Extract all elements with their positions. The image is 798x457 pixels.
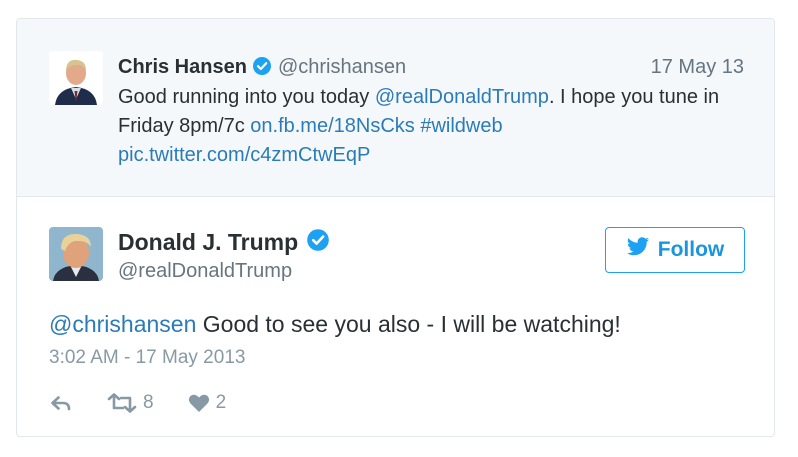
author-name[interactable]: Donald J. Trump	[118, 227, 330, 259]
retweet-button[interactable]: 8	[101, 392, 154, 414]
like-button[interactable]: 2	[182, 392, 227, 414]
reply-icon	[49, 393, 73, 413]
quoted-tweet-text: Good running into you today @realDonaldT…	[118, 83, 758, 170]
retweet-icon	[107, 393, 137, 413]
reply-mention-link[interactable]: @chrishansen	[49, 311, 196, 337]
hashtag-link[interactable]: #wildweb	[420, 115, 502, 137]
quoted-author-handle[interactable]: @chrishansen	[278, 56, 406, 78]
quoted-tweet-header: Chris Hansen @chrishansen 17 May 13	[118, 53, 744, 81]
reply-button[interactable]	[49, 393, 73, 413]
donald-trump-avatar[interactable]	[49, 227, 103, 281]
tweet-timestamp[interactable]: 3:02 AM - 17 May 2013	[49, 346, 245, 370]
tweet-actions: 8 2	[49, 389, 226, 417]
embedded-tweet-card: Chris Hansen @chrishansen 17 May 13 Good …	[16, 18, 775, 437]
follow-button[interactable]: Follow	[605, 227, 745, 273]
quoted-tweet-date[interactable]: 17 May 13	[651, 53, 744, 81]
retweet-count: 8	[143, 392, 154, 413]
like-count: 2	[215, 392, 227, 413]
tweet-text: @chrishansen Good to see you also - I wi…	[49, 309, 621, 339]
author-name-text: Donald J. Trump	[118, 229, 299, 255]
tweet-text-body: Good to see you also - I will be watchin…	[196, 311, 621, 337]
pic-link[interactable]: pic.twitter.com/c4zmCtwEqP	[118, 144, 370, 166]
url-link[interactable]: on.fb.me/18NsCks	[250, 115, 415, 137]
quoted-author-name[interactable]: Chris Hansen	[118, 56, 247, 78]
quoted-tweet[interactable]: Chris Hansen @chrishansen 17 May 13 Good …	[17, 19, 774, 197]
chris-hansen-avatar[interactable]	[49, 51, 103, 105]
quoted-text-before: Good running into you today	[118, 86, 375, 108]
verified-badge-icon	[252, 56, 272, 84]
bird-icon	[626, 237, 650, 263]
mention-link[interactable]: @realDonaldTrump	[375, 86, 549, 108]
heart-icon	[188, 393, 210, 413]
follow-button-label: Follow	[657, 238, 725, 261]
verified-badge-icon	[306, 228, 330, 259]
author-handle[interactable]: @realDonaldTrump	[118, 259, 292, 283]
